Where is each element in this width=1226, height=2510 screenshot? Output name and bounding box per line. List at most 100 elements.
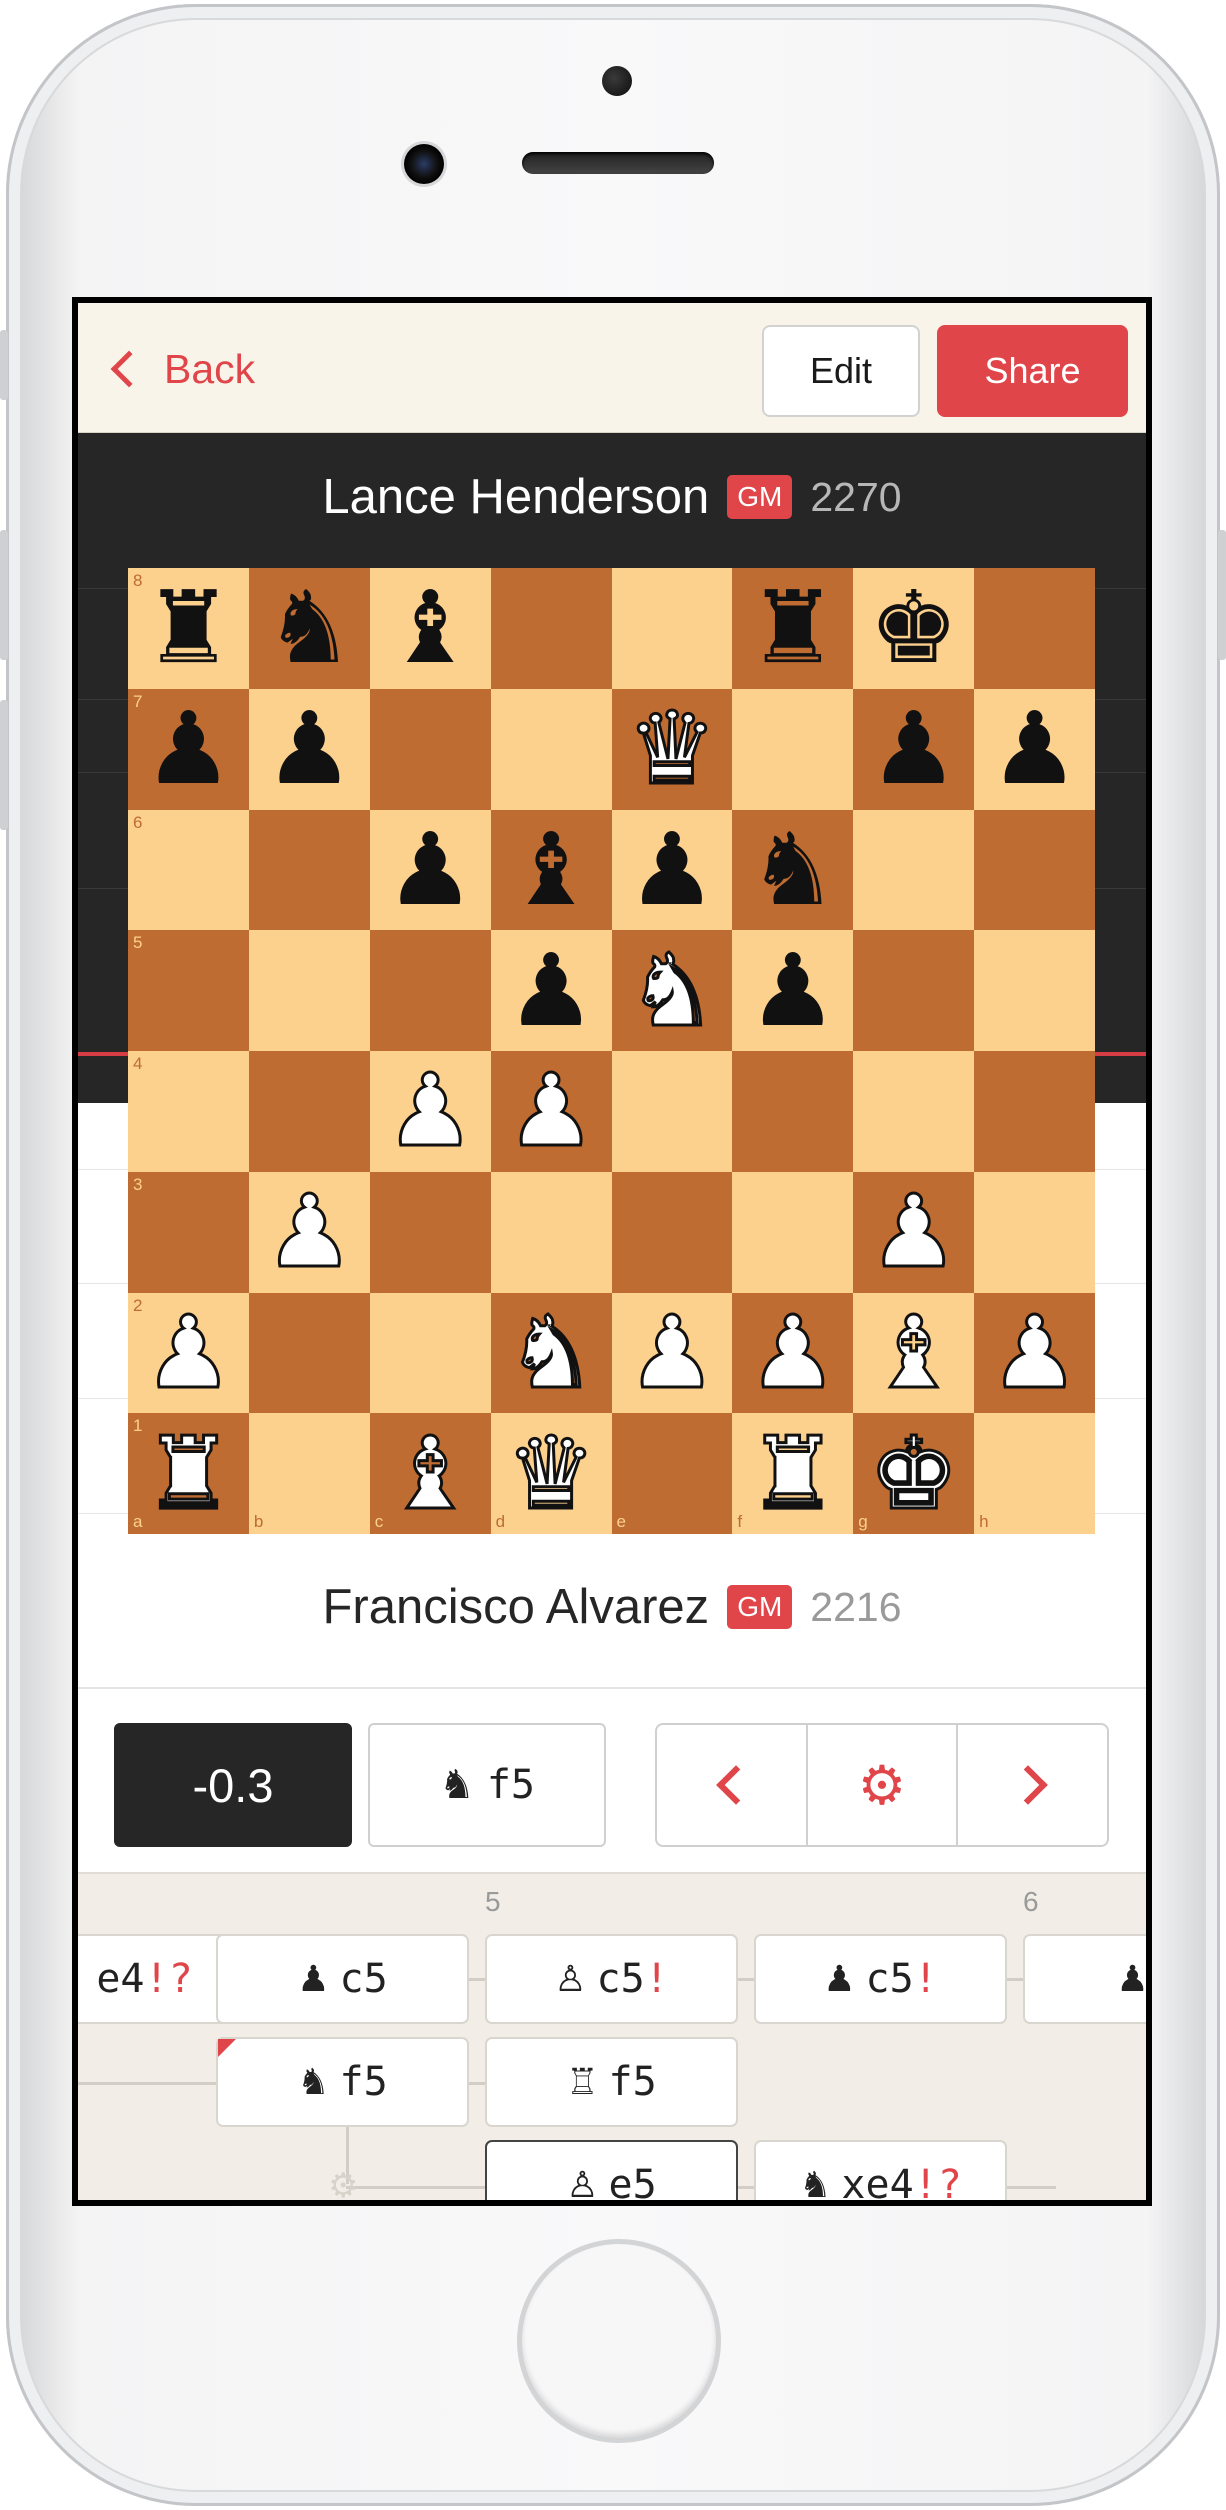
square-e5[interactable]: ♞	[611, 930, 733, 1051]
white-pawn-icon[interactable]: ♟	[626, 1301, 719, 1404]
square-h4[interactable]	[974, 1051, 1095, 1172]
square-b6[interactable]	[248, 809, 370, 931]
square-d3[interactable]	[490, 1171, 612, 1293]
square-e8[interactable]	[611, 568, 733, 689]
black-bishop-icon[interactable]: ♝	[385, 578, 475, 678]
previous-move-button[interactable]	[655, 1723, 808, 1847]
square-f5[interactable]: ♟	[732, 930, 854, 1051]
square-c6[interactable]: ♟	[369, 809, 491, 931]
black-bishop-icon[interactable]: ♝	[506, 819, 596, 920]
black-pawn-icon[interactable]: ♟	[506, 940, 596, 1041]
square-g7[interactable]: ♟	[853, 688, 975, 810]
move-chip[interactable]: ♟ c5!	[754, 1934, 1007, 2024]
square-h8[interactable]	[974, 568, 1095, 689]
settings-button[interactable]: ⚙	[807, 1723, 959, 1847]
square-h3[interactable]	[974, 1171, 1095, 1293]
white-rook-icon[interactable]: ♜	[142, 1422, 235, 1525]
square-a6[interactable]: 6	[128, 809, 249, 931]
move-tree[interactable]: 5 6 ⚙ e4!?♟c5♙c5!♟c5!♟c♞f5♖f5♙e5♞xe4!?	[78, 1872, 1146, 2200]
square-e1[interactable]: e	[611, 1413, 733, 1534]
square-b7[interactable]: ♟	[248, 688, 370, 810]
move-chip[interactable]: ♞ xe4!?	[754, 2140, 1007, 2200]
square-e7[interactable]: ♛	[611, 688, 733, 810]
square-c1[interactable]: c ♝	[369, 1413, 491, 1534]
square-b5[interactable]	[248, 930, 370, 1051]
square-e4[interactable]	[611, 1051, 733, 1172]
square-e3[interactable]	[611, 1171, 733, 1293]
square-c8[interactable]: ♝	[369, 568, 491, 689]
square-d8[interactable]	[490, 568, 612, 689]
black-rook-icon[interactable]: ♜	[748, 578, 838, 678]
square-d6[interactable]: ♝	[490, 809, 612, 931]
square-a8[interactable]: 8 ♜	[128, 568, 249, 689]
square-a4[interactable]: 4	[128, 1051, 249, 1172]
white-queen-icon[interactable]: ♛	[505, 1422, 598, 1525]
white-rook-icon[interactable]: ♜	[746, 1422, 839, 1525]
next-move-button[interactable]	[958, 1723, 1110, 1847]
square-b4[interactable]	[248, 1051, 370, 1172]
home-button[interactable]	[522, 2244, 716, 2438]
share-button[interactable]: Share	[937, 325, 1128, 417]
square-c3[interactable]	[369, 1171, 491, 1293]
black-pawn-icon[interactable]: ♟	[627, 819, 717, 920]
black-king-icon[interactable]: ♚	[869, 578, 959, 678]
move-chip[interactable]: ♙ e5	[485, 2140, 738, 2200]
black-pawn-icon[interactable]: ♟	[990, 699, 1080, 799]
square-h5[interactable]	[974, 930, 1095, 1051]
black-pawn-icon[interactable]: ♟	[144, 699, 234, 799]
square-c2[interactable]	[369, 1292, 491, 1414]
white-queen-icon[interactable]: ♛	[626, 697, 719, 800]
move-chip[interactable]: ♞ f5	[216, 2037, 469, 2127]
square-h7[interactable]: ♟	[974, 688, 1095, 810]
square-g2[interactable]: ♝	[853, 1292, 975, 1414]
black-knight-icon[interactable]: ♞	[748, 819, 838, 920]
current-move-button[interactable]: ♞ f5	[368, 1723, 606, 1847]
square-d1[interactable]: d ♛	[490, 1413, 612, 1534]
black-knight-icon[interactable]: ♞	[264, 578, 354, 678]
black-pawn-icon[interactable]: ♟	[748, 940, 838, 1041]
white-pawn-icon[interactable]: ♟	[263, 1180, 356, 1283]
edit-button[interactable]: Edit	[762, 325, 920, 417]
white-bishop-icon[interactable]: ♝	[384, 1422, 477, 1525]
square-f7[interactable]	[732, 688, 854, 810]
move-chip[interactable]: ♙ c5!	[485, 1934, 738, 2024]
square-h2[interactable]: ♟	[974, 1292, 1095, 1414]
white-knight-icon[interactable]: ♞	[626, 939, 719, 1042]
square-d5[interactable]: ♟	[490, 930, 612, 1051]
square-a2[interactable]: 2 ♟	[128, 1292, 249, 1414]
white-bishop-icon[interactable]: ♝	[867, 1301, 960, 1404]
square-a7[interactable]: 7 ♟	[128, 688, 249, 810]
square-b3[interactable]: ♟	[248, 1171, 370, 1293]
square-g1[interactable]: g ♚	[853, 1413, 975, 1534]
square-g4[interactable]	[853, 1051, 975, 1172]
square-c5[interactable]	[369, 930, 491, 1051]
square-a5[interactable]: 5	[128, 930, 249, 1051]
white-king-icon[interactable]: ♚	[867, 1422, 960, 1525]
black-pawn-icon[interactable]: ♟	[385, 819, 475, 920]
square-f6[interactable]: ♞	[732, 809, 854, 931]
black-rook-icon[interactable]: ♜	[144, 578, 234, 678]
square-c7[interactable]	[369, 688, 491, 810]
back-button[interactable]: Back	[106, 345, 255, 393]
square-e2[interactable]: ♟	[611, 1292, 733, 1414]
white-knight-icon[interactable]: ♞	[505, 1301, 598, 1404]
move-chip[interactable]: ♖ f5	[485, 2037, 738, 2127]
square-a1[interactable]: 1 a ♜	[128, 1413, 249, 1534]
square-f8[interactable]: ♜	[732, 568, 854, 689]
square-f2[interactable]: ♟	[732, 1292, 854, 1414]
square-d2[interactable]: ♞	[490, 1292, 612, 1414]
square-f1[interactable]: f ♜	[732, 1413, 854, 1534]
square-f3[interactable]	[732, 1171, 854, 1293]
move-chip[interactable]: ♟c	[1023, 1934, 1146, 2024]
square-h1[interactable]: h	[974, 1413, 1095, 1534]
black-pawn-icon[interactable]: ♟	[264, 699, 354, 799]
square-g8[interactable]: ♚	[853, 568, 975, 689]
square-f4[interactable]	[732, 1051, 854, 1172]
square-c4[interactable]: ♟	[369, 1051, 491, 1172]
square-a3[interactable]: 3	[128, 1171, 249, 1293]
square-b1[interactable]: b	[248, 1413, 370, 1534]
white-pawn-icon[interactable]: ♟	[142, 1301, 235, 1404]
white-pawn-icon[interactable]: ♟	[746, 1301, 839, 1404]
square-d7[interactable]	[490, 688, 612, 810]
square-g6[interactable]	[853, 809, 975, 931]
